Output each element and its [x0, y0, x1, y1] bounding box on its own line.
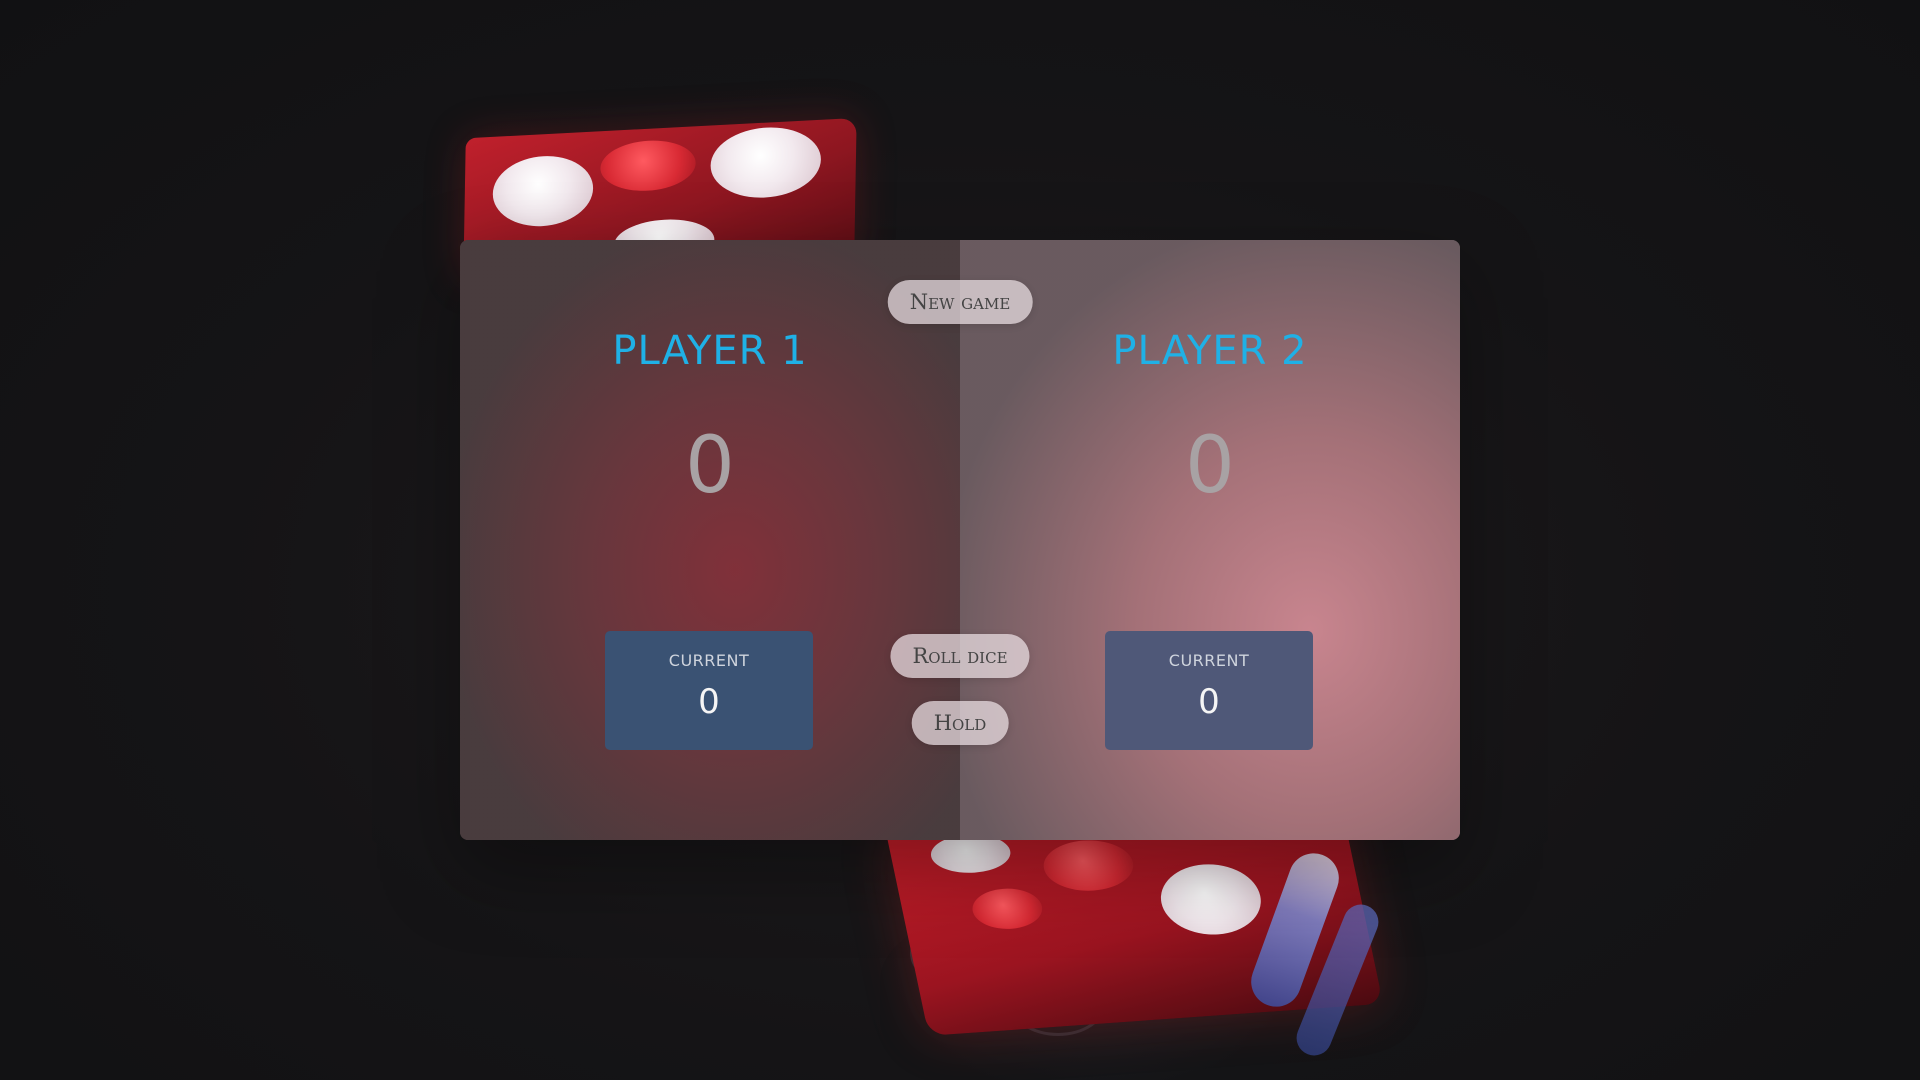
- die-pip: [968, 886, 1047, 932]
- game-stage: PLAYER 1 0 CURRENT 0 PLAYER 2 0 CURRENT …: [0, 0, 1920, 1080]
- hold-button[interactable]: Hold: [911, 701, 1009, 745]
- die-pip: [1154, 861, 1268, 938]
- player-2-current-box: CURRENT 0: [1105, 631, 1313, 750]
- player-1-current-box: CURRENT 0: [605, 631, 813, 750]
- player-2-current-label: CURRENT: [1168, 651, 1250, 670]
- game-panel: PLAYER 1 0 CURRENT 0 PLAYER 2 0 CURRENT …: [460, 240, 1460, 840]
- player-2-total-score: 0: [1185, 421, 1235, 512]
- die-pip: [600, 138, 697, 194]
- player-1-current-score: 0: [698, 682, 720, 722]
- player-1-current-label: CURRENT: [668, 651, 750, 670]
- player-2-section: PLAYER 2 0 CURRENT 0: [960, 240, 1460, 840]
- die-pip: [1038, 837, 1139, 894]
- new-game-button[interactable]: New game: [887, 280, 1033, 324]
- player-1-name: PLAYER 1: [612, 328, 808, 374]
- player-1-section: PLAYER 1 0 CURRENT 0: [460, 240, 960, 840]
- die-pip: [492, 153, 594, 229]
- die-pip: [710, 124, 822, 201]
- player-1-total-score: 0: [685, 421, 735, 512]
- player-2-current-score: 0: [1198, 682, 1220, 722]
- roll-dice-button[interactable]: Roll dice: [890, 634, 1030, 678]
- player-2-name: PLAYER 2: [1112, 328, 1308, 374]
